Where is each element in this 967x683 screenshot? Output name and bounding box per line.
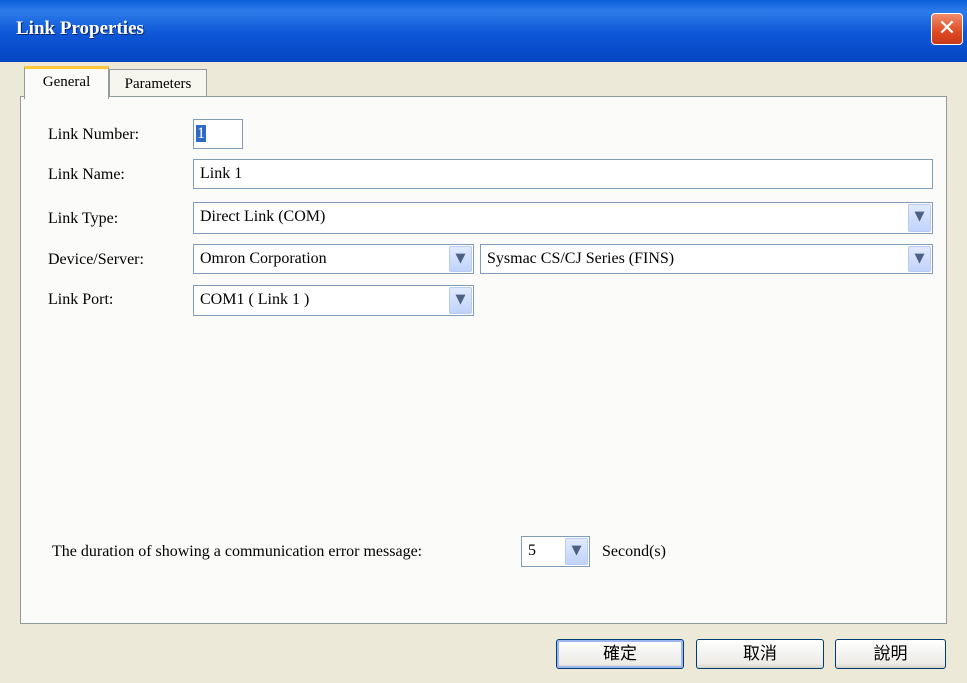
tab-parameters[interactable]: Parameters [109, 69, 207, 97]
device-vendor-select[interactable]: Omron Corporation ▼ [193, 244, 474, 274]
error-duration-label: The duration of showing a communication … [52, 543, 423, 560]
link-type-label: Link Type: [48, 210, 119, 227]
ok-button[interactable]: 確定 [556, 639, 684, 669]
window-title: Link Properties [16, 18, 144, 39]
help-button[interactable]: 說明 [835, 639, 946, 669]
close-button[interactable]: ✕ [931, 13, 963, 45]
link-name-field[interactable]: Link 1 [193, 159, 933, 189]
error-duration-value: 5 [528, 542, 536, 559]
device-model-select[interactable]: Sysmac CS/CJ Series (FINS) ▼ [480, 244, 933, 274]
link-number-field[interactable]: 1 [193, 119, 243, 149]
chevron-down-icon[interactable]: ▼ [908, 246, 931, 272]
title-bar[interactable]: Link Properties ✕ [0, 0, 967, 62]
chevron-down-icon[interactable]: ▼ [908, 204, 931, 232]
link-type-value: Direct Link (COM) [200, 208, 326, 225]
error-duration-select[interactable]: 5 ▼ [521, 536, 590, 567]
tab-general[interactable]: General [24, 66, 109, 99]
link-port-label: Link Port: [48, 291, 114, 308]
link-name-label: Link Name: [48, 166, 125, 183]
link-properties-dialog: Link Properties ✕ General Parameters Lin… [0, 0, 967, 683]
link-port-select[interactable]: COM1 ( Link 1 ) ▼ [193, 285, 474, 316]
link-number-label: Link Number: [48, 126, 140, 143]
chevron-down-icon[interactable]: ▼ [449, 287, 472, 314]
device-vendor-value: Omron Corporation [200, 250, 327, 267]
error-duration-unit: Second(s) [602, 543, 666, 560]
close-icon: ✕ [937, 16, 957, 41]
link-port-value: COM1 ( Link 1 ) [200, 291, 310, 308]
chevron-down-icon[interactable]: ▼ [565, 538, 588, 565]
chevron-down-icon[interactable]: ▼ [449, 246, 472, 272]
cancel-button[interactable]: 取消 [696, 639, 824, 669]
link-type-select[interactable]: Direct Link (COM) ▼ [193, 202, 933, 234]
device-server-label: Device/Server: [48, 251, 144, 268]
device-model-value: Sysmac CS/CJ Series (FINS) [487, 250, 675, 267]
